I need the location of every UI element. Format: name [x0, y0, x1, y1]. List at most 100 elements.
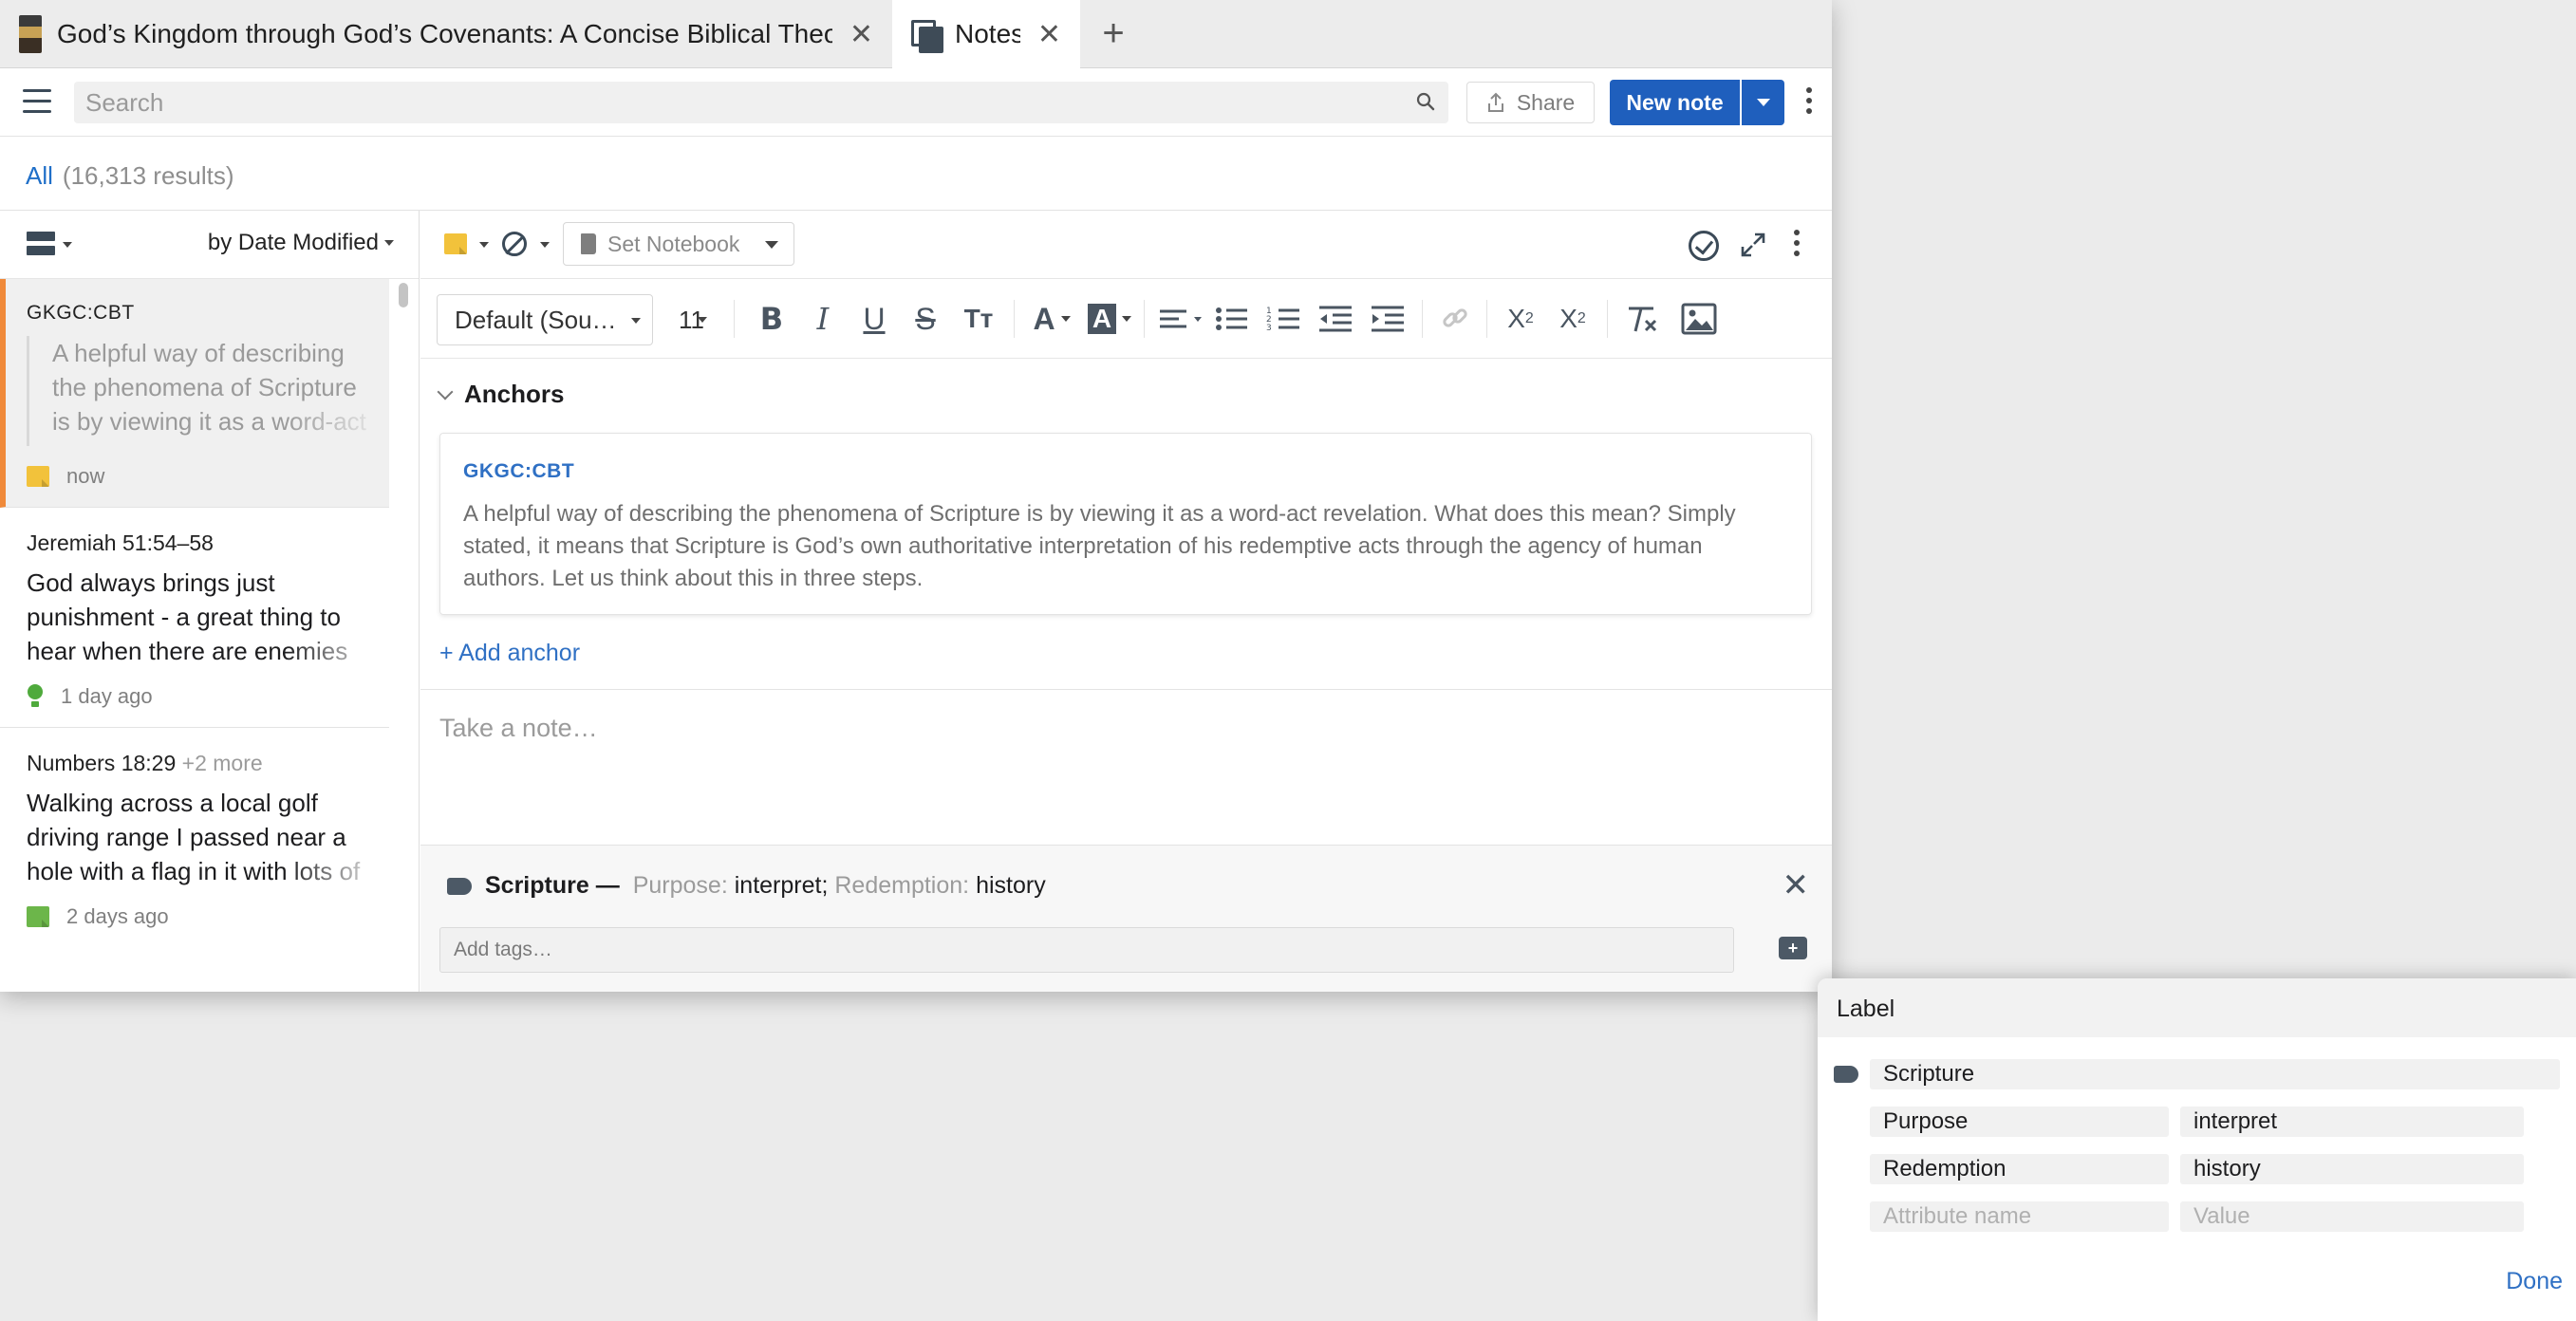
notes-icon — [911, 20, 943, 53]
attribute-name-field — [1870, 1107, 2169, 1137]
divider — [1486, 300, 1487, 338]
superscript-icon[interactable]: X2 — [1552, 300, 1594, 338]
sticky-note-icon[interactable] — [444, 233, 467, 254]
share-button[interactable]: Share — [1466, 82, 1595, 123]
search-icon[interactable] — [1416, 92, 1435, 111]
note-editor: Set Notebook Default (Sou… 11 B I U S Tт — [420, 211, 1832, 992]
add-anchor-link[interactable]: + Add anchor — [439, 640, 580, 667]
search-input[interactable] — [74, 82, 1448, 123]
note-time: 1 day ago — [61, 684, 153, 708]
tab-book-label: God’s Kingdom through God’s Covenants: A… — [57, 19, 832, 48]
note-meta: 2 days ago — [27, 886, 389, 947]
done-button[interactable]: Done — [2506, 1268, 2563, 1295]
list-item[interactable]: Numbers 18:29 +2 more Walking across a l… — [0, 728, 389, 947]
label-popup-title: Label — [1818, 978, 2576, 1037]
chevron-down-icon — [437, 383, 454, 400]
chevron-down-icon[interactable] — [63, 242, 72, 248]
text-size-icon[interactable]: Tт — [958, 300, 999, 338]
attribute-name-input[interactable] — [1883, 1156, 2169, 1182]
font-select[interactable]: Default (Sou… — [437, 294, 653, 345]
note-reference: Numbers 18:29 +2 more — [27, 728, 389, 776]
label-name: Scripture — — [485, 872, 620, 899]
svg-text:3: 3 — [1266, 324, 1272, 333]
label-attrs: Purpose: interpret; Redemption: history — [632, 872, 1046, 899]
italic-icon[interactable]: I — [804, 300, 842, 338]
font-value: Default (Sou… — [455, 305, 617, 334]
list-scrollbar[interactable] — [399, 283, 408, 307]
font-size-select[interactable]: 11 — [669, 294, 719, 345]
divider — [1144, 300, 1145, 338]
close-icon[interactable]: ✕ — [1037, 18, 1061, 51]
list-item[interactable]: GKGC:CBT A helpful way of describing the… — [0, 279, 389, 508]
hamburger-icon[interactable] — [23, 89, 51, 114]
anchor-card[interactable]: GKGC:CBT A helpful way of describing the… — [439, 433, 1812, 615]
close-icon[interactable]: ✕ — [1783, 866, 1810, 904]
no-entry-icon[interactable] — [502, 232, 527, 256]
chevron-down-icon[interactable] — [540, 242, 550, 248]
strikethrough-icon[interactable]: S — [906, 300, 944, 338]
subscript-icon[interactable]: X2 — [1500, 300, 1541, 338]
label-popup: Label — [1818, 978, 2576, 1321]
check-circle-icon[interactable] — [1689, 231, 1719, 261]
sort-label: by Date Modified — [207, 230, 379, 255]
new-note-dropdown[interactable] — [1742, 80, 1784, 125]
note-body-input[interactable]: Take a note… — [439, 714, 598, 743]
clear-format-icon[interactable] — [1621, 300, 1663, 338]
bullet-list-icon[interactable] — [1211, 300, 1253, 338]
image-icon[interactable] — [1678, 300, 1720, 338]
list-view-icon[interactable] — [27, 232, 55, 256]
new-attribute-value-input[interactable] — [2193, 1203, 2524, 1230]
filter-all[interactable]: All — [26, 161, 53, 190]
tab-book[interactable]: God’s Kingdom through God’s Covenants: A… — [0, 0, 892, 68]
attribute-value-field — [2180, 1107, 2524, 1137]
results-bar: All (16,313 results) — [0, 138, 1832, 211]
more-vertical-icon[interactable] — [1806, 87, 1814, 119]
font-color-icon[interactable]: A — [1028, 300, 1075, 338]
list-header: by Date Modified — [0, 211, 419, 279]
more-references: +2 more — [181, 751, 263, 775]
sort-dropdown[interactable]: by Date Modified — [208, 230, 394, 256]
note-snippet: Walking across a local golf driving rang… — [27, 776, 389, 886]
chevron-down-icon[interactable] — [479, 242, 489, 248]
divider — [420, 689, 1832, 690]
divider — [1014, 300, 1015, 338]
expand-icon[interactable] — [1740, 232, 1766, 258]
set-notebook-button[interactable]: Set Notebook — [563, 222, 794, 266]
chevron-down-icon — [765, 241, 778, 249]
note-time: 2 days ago — [66, 904, 169, 928]
note-snippet: God always brings just punishment - a gr… — [27, 556, 389, 666]
new-attribute-name-input[interactable] — [1883, 1203, 2169, 1230]
divider — [1422, 300, 1423, 338]
indent-icon[interactable] — [1368, 300, 1409, 338]
bold-icon[interactable]: B — [753, 300, 791, 338]
plus-icon[interactable]: + — [1080, 0, 1147, 67]
note-meta: now — [27, 446, 389, 507]
close-icon[interactable]: ✕ — [849, 18, 873, 51]
attribute-name-input[interactable] — [1883, 1108, 2169, 1135]
chevron-down-icon — [1756, 99, 1770, 106]
link-icon[interactable] — [1436, 300, 1474, 338]
tag-icon — [1834, 1066, 1858, 1083]
sticky-note-icon — [27, 906, 49, 927]
anchor-text: A helpful way of describing the phenomen… — [463, 501, 1736, 591]
attribute-value-input[interactable] — [2193, 1108, 2524, 1135]
underline-icon[interactable]: U — [855, 300, 893, 338]
tag-icon — [447, 877, 472, 895]
share-label: Share — [1516, 89, 1576, 115]
anchors-section-toggle[interactable]: Anchors — [437, 380, 564, 409]
add-tag-icon[interactable]: + — [1779, 937, 1807, 959]
new-note-button[interactable]: New note — [1610, 80, 1740, 125]
list-item[interactable]: Jeremiah 51:54–58 God always brings just… — [0, 508, 389, 728]
add-tags-input[interactable] — [440, 928, 1733, 972]
align-icon[interactable] — [1156, 300, 1205, 338]
numbered-list-icon[interactable]: 123 — [1263, 300, 1305, 338]
label-name-input[interactable] — [1883, 1061, 2560, 1088]
more-vertical-icon[interactable] — [1794, 230, 1801, 261]
attribute-value-input[interactable] — [2193, 1156, 2524, 1182]
anchor-source[interactable]: GKGC:CBT — [463, 460, 1788, 483]
outdent-icon[interactable] — [1316, 300, 1357, 338]
highlight-icon[interactable]: A — [1085, 300, 1134, 338]
note-reference: Jeremiah 51:54–58 — [27, 530, 214, 555]
label-summary[interactable]: Scripture — Purpose: interpret; Redempti… — [447, 872, 1046, 900]
tab-notes[interactable]: Notes ✕ — [892, 0, 1080, 68]
